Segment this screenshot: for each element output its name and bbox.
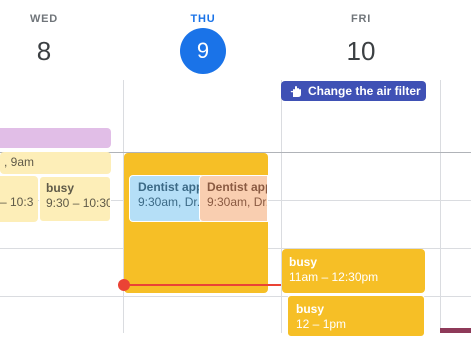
thu-event-dentist-2[interactable]: Dentist app 9:30am, Dr. <box>199 175 268 222</box>
fri-event-busy-1[interactable]: busy 11am – 12:30pm <box>282 249 425 293</box>
event-time: 9:30 – 10:30 <box>46 196 111 210</box>
event-title: busy <box>46 181 75 195</box>
day-name-fri: FRI <box>350 13 372 25</box>
wed-event-busy[interactable]: busy 9:30 – 10:30 <box>39 176 111 222</box>
wed-allday-event[interactable] <box>0 128 111 148</box>
wed-event-busy-left[interactable]: – 10:3 <box>0 176 38 222</box>
event-time: 12 – 1pm <box>296 317 347 331</box>
day-name-wed: WED <box>29 13 59 25</box>
day-name-thu: THU <box>190 13 216 25</box>
current-time-line <box>124 284 281 286</box>
event-title: busy <box>289 255 318 269</box>
thu-event-dentist-1[interactable]: Dentist app 9:30am, Dr. <box>129 175 205 222</box>
event-time: 9:30am, Dr. <box>138 195 201 209</box>
current-time-dot <box>118 279 130 291</box>
task-chip-change-air-filter[interactable]: Change the air filter <box>281 81 426 101</box>
event-time: , 9am <box>4 155 35 169</box>
day-number-fri[interactable]: 10 <box>331 36 391 67</box>
event-title: Dentist app <box>138 180 204 194</box>
day-number-thu-today[interactable]: 9 <box>180 28 226 74</box>
event-time: 11am – 12:30pm <box>289 270 379 284</box>
hand-icon <box>289 84 303 98</box>
sat-event-partial[interactable] <box>440 328 471 333</box>
thu-event-busy-block[interactable] <box>124 153 268 293</box>
event-title: busy <box>296 302 325 316</box>
task-chip-label: Change the air filter <box>308 84 421 98</box>
event-time: – 10:3 <box>0 195 34 209</box>
day-number-wed[interactable]: 8 <box>14 36 74 67</box>
event-time: 9:30am, Dr. <box>207 195 268 209</box>
fri-event-busy-2[interactable]: busy 12 – 1pm <box>287 295 425 337</box>
event-title: Dentist app <box>207 180 268 194</box>
wed-event-9am[interactable]: , 9am <box>0 152 111 174</box>
